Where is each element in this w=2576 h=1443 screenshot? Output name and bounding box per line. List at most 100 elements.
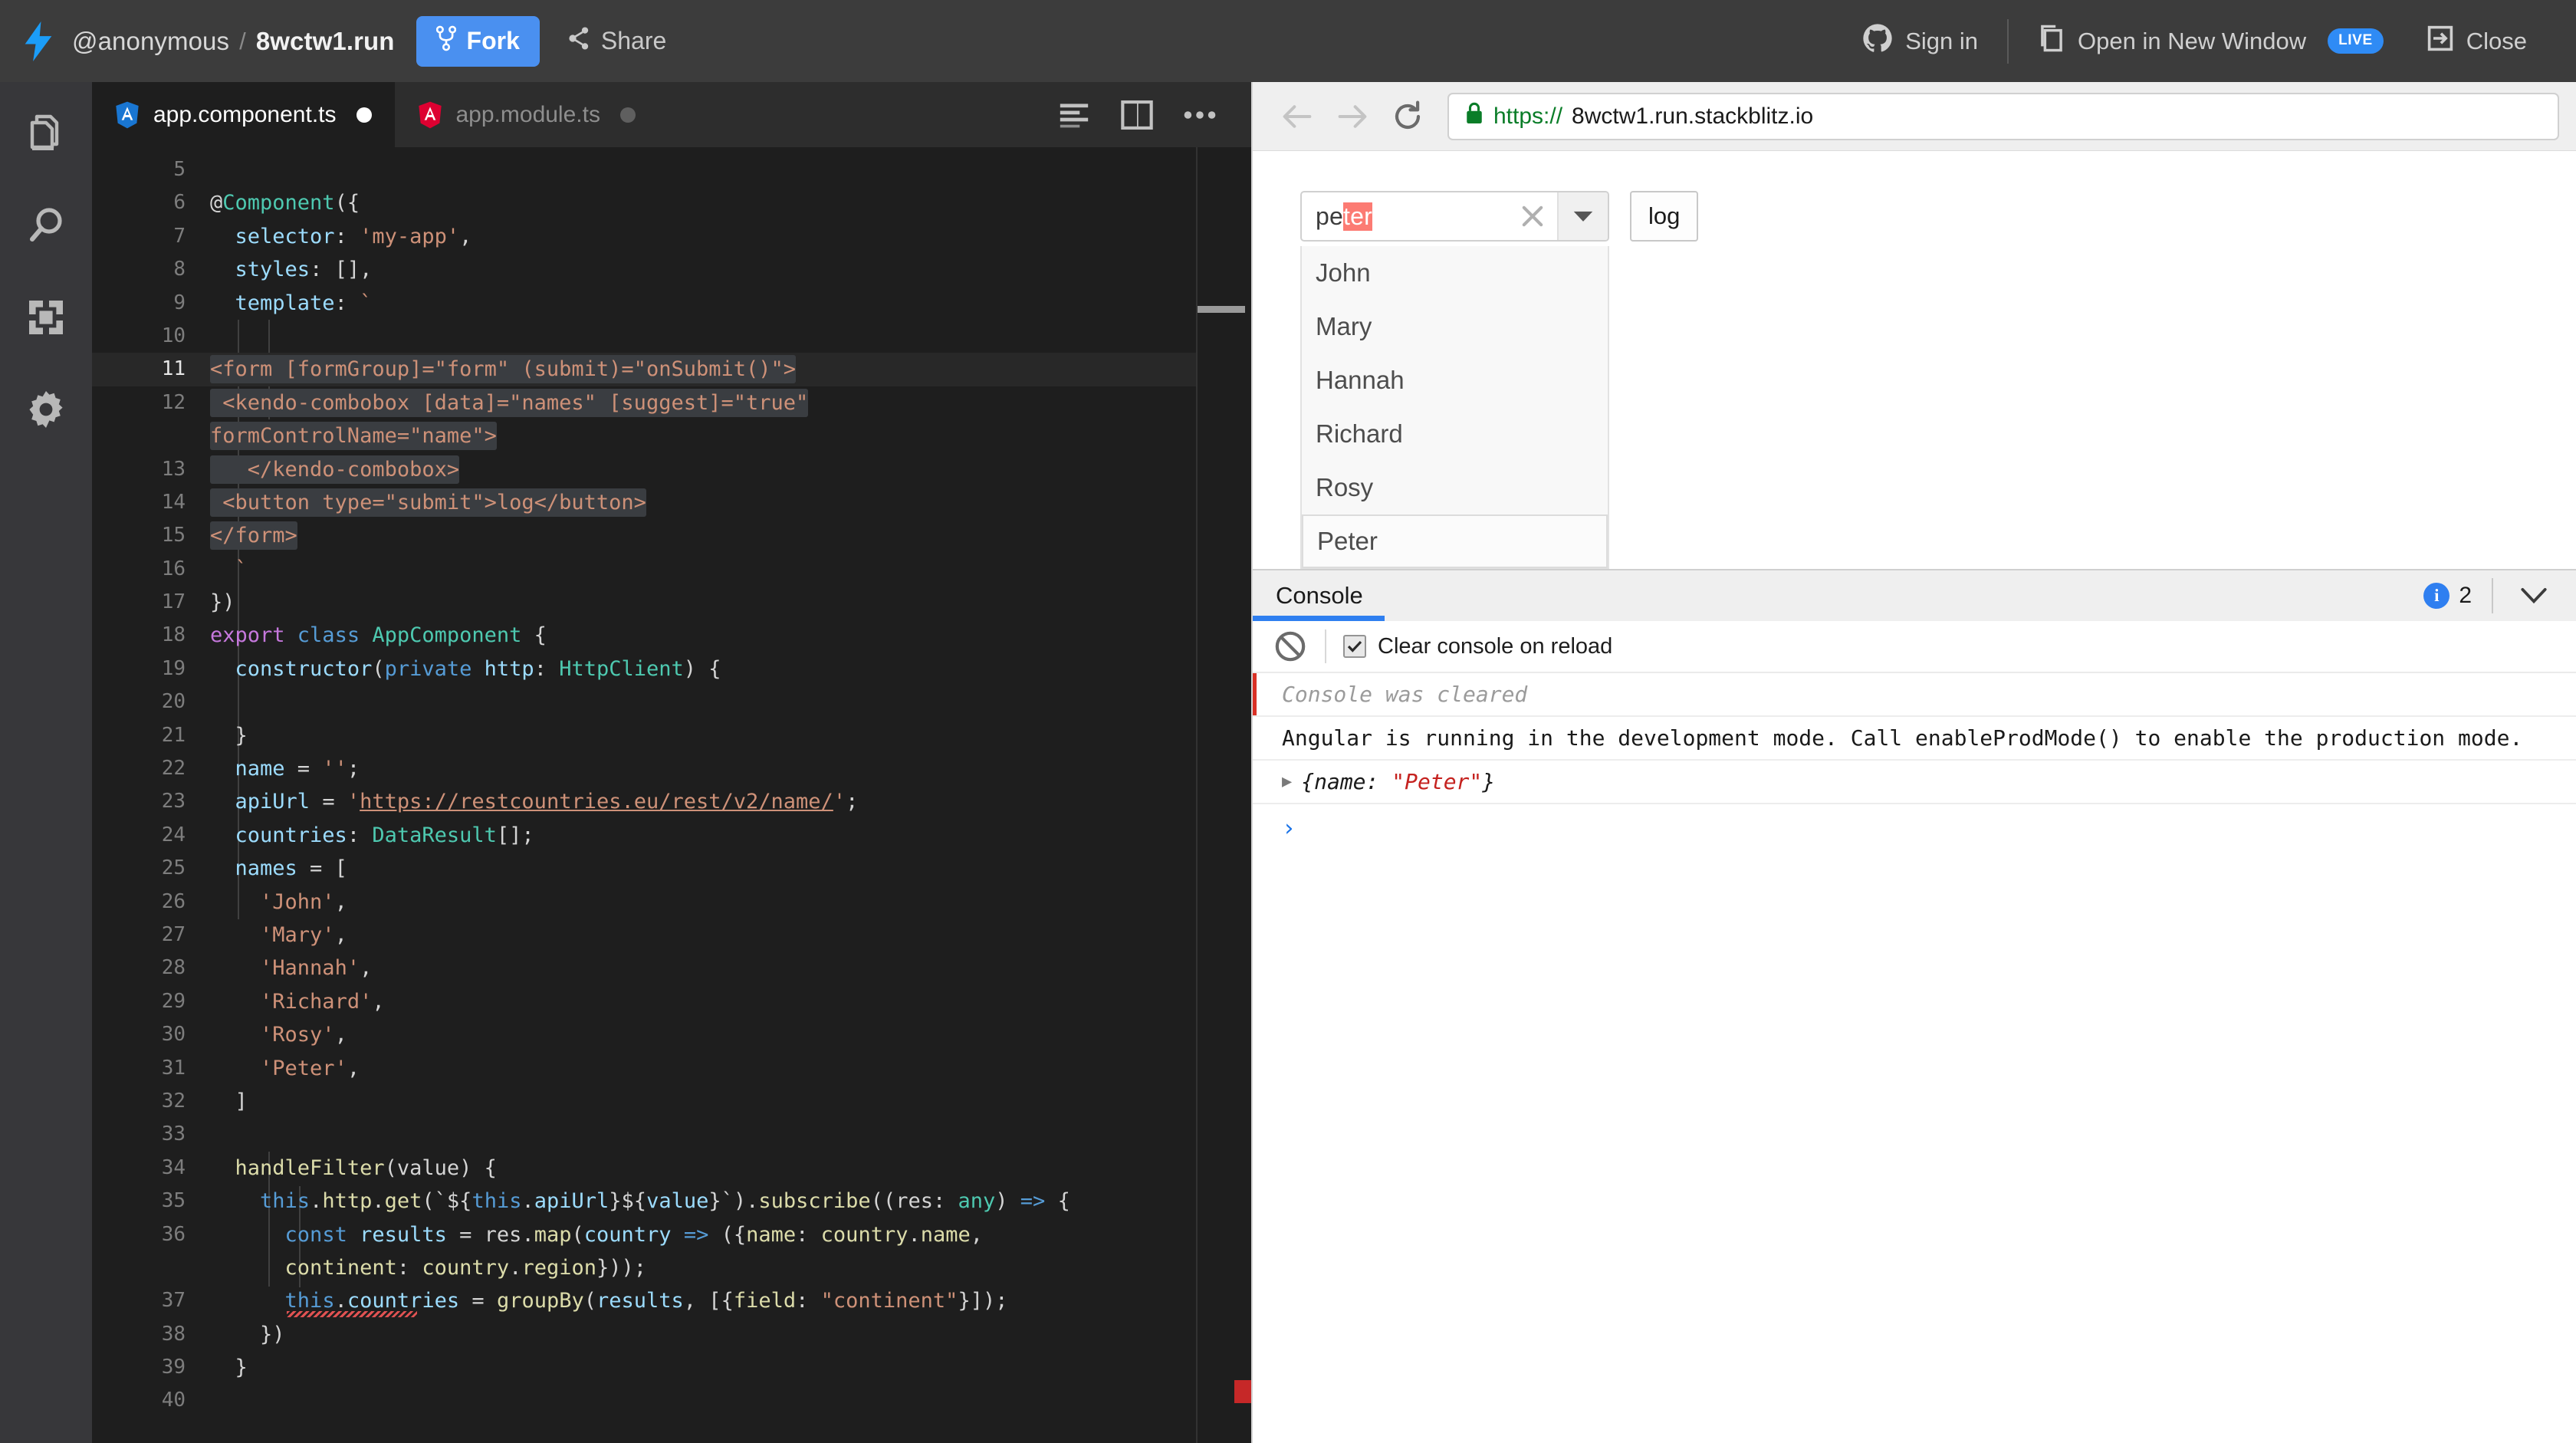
- code-line[interactable]: continent: country.region}));: [209, 1251, 1251, 1284]
- code-token: ,: [970, 1222, 984, 1247]
- dropdown-item[interactable]: Richard: [1302, 407, 1608, 461]
- code-line[interactable]: 'John',: [209, 886, 1251, 919]
- code-token: http: [322, 1189, 373, 1214]
- code-line[interactable]: <form [formGroup]="form" (submit)="onSub…: [209, 353, 1251, 386]
- sign-in-button[interactable]: Sign in: [1841, 17, 1999, 66]
- chevron-down-icon[interactable]: [1557, 192, 1608, 240]
- format-lines-icon[interactable]: [1043, 82, 1106, 147]
- name-combobox[interactable]: pe ter: [1300, 191, 1609, 242]
- activity-bar: [0, 82, 92, 1443]
- code-line[interactable]: handleFilter(value) {: [209, 1152, 1251, 1185]
- code-line[interactable]: ]: [209, 1085, 1251, 1118]
- code-editor[interactable]: 5 6 7 8 9 10 11 12 13 14 15 16 17 18 19 20 21 22 23 24 25 26 2…: [92, 147, 1251, 1443]
- gear-icon[interactable]: [22, 386, 70, 433]
- console-input-prompt[interactable]: ›: [1253, 804, 2576, 853]
- code-token: 'Mary': [260, 922, 335, 947]
- code-line[interactable]: [209, 153, 1251, 186]
- dropdown-item[interactable]: Rosy: [1302, 461, 1608, 514]
- code-line[interactable]: template: `: [209, 287, 1251, 320]
- code-token: 'Peter': [260, 1056, 347, 1080]
- code-line[interactable]: <kendo-combobox [data]="names" [suggest]…: [209, 386, 1251, 419]
- arrow-right-icon[interactable]: [1325, 89, 1380, 144]
- code-line[interactable]: 'Mary',: [209, 919, 1251, 952]
- code-token: constructor: [235, 656, 373, 681]
- combobox-input[interactable]: pe ter: [1302, 192, 1508, 240]
- code-line[interactable]: [209, 685, 1251, 718]
- code-line[interactable]: </form>: [209, 519, 1251, 552]
- dropdown-item[interactable]: John: [1302, 246, 1608, 300]
- code-line[interactable]: `: [209, 553, 1251, 586]
- tab-app-component-ts[interactable]: app.component.ts: [92, 82, 395, 147]
- code-line[interactable]: const results = res.map(country => ({nam…: [209, 1218, 1251, 1251]
- checkbox-box[interactable]: [1343, 635, 1366, 658]
- code-line[interactable]: }: [209, 1351, 1251, 1384]
- breadcrumb-user[interactable]: @anonymous: [72, 27, 229, 56]
- arrow-left-icon[interactable]: [1270, 89, 1325, 144]
- code-content[interactable]: @Component({ selector: 'my-app', styles:…: [209, 147, 1251, 1443]
- code-line[interactable]: this.countries = groupBy(results, [{fiel…: [209, 1284, 1251, 1317]
- log-button[interactable]: log: [1630, 191, 1699, 242]
- code-line[interactable]: this.http.get(`${this.apiUrl}${value}`).…: [209, 1185, 1251, 1218]
- code-line[interactable]: [209, 1118, 1251, 1151]
- line-number: 6: [173, 191, 186, 215]
- code-line[interactable]: 'Hannah',: [209, 952, 1251, 984]
- code-line[interactable]: @Component({: [209, 186, 1251, 219]
- code-line[interactable]: name = '';: [209, 752, 1251, 785]
- code-line[interactable]: selector: 'my-app',: [209, 220, 1251, 253]
- tab-app-module-ts[interactable]: app.module.ts: [395, 82, 659, 147]
- code-line[interactable]: 'Rosy',: [209, 1018, 1251, 1051]
- code-line[interactable]: names = [: [209, 852, 1251, 885]
- scrollbar-thumb[interactable]: [1198, 306, 1245, 313]
- more-options-icon[interactable]: [1168, 82, 1231, 147]
- breadcrumb-project[interactable]: 8wctw1.run: [256, 27, 395, 56]
- clear-console-on-reload-checkbox[interactable]: Clear console on reload: [1343, 634, 1612, 659]
- code-line[interactable]: formControlName="name">: [209, 419, 1251, 452]
- dropdown-item[interactable]: Peter: [1302, 514, 1608, 568]
- code-line[interactable]: countries: DataResult[];: [209, 819, 1251, 852]
- code-token: (: [583, 1289, 596, 1313]
- code-line[interactable]: [209, 1384, 1251, 1417]
- code-line[interactable]: constructor(private http: HttpClient) {: [209, 652, 1251, 685]
- code-token: ,: [334, 889, 347, 914]
- expand-triangle-icon[interactable]: ▶: [1282, 772, 1292, 791]
- close-icon[interactable]: [1508, 192, 1557, 240]
- chevron-down-icon[interactable]: [2513, 575, 2555, 616]
- fork-button[interactable]: Fork: [416, 15, 540, 67]
- dropdown-item[interactable]: Mary: [1302, 300, 1608, 353]
- line-number: 36: [161, 1222, 186, 1246]
- code-line[interactable]: [209, 320, 1251, 353]
- files-icon[interactable]: [22, 110, 70, 157]
- code-line[interactable]: export class AppComponent {: [209, 619, 1251, 652]
- share-button[interactable]: Share: [557, 16, 677, 67]
- code-line[interactable]: 'Richard',: [209, 985, 1251, 1018]
- split-editor-icon[interactable]: [1106, 82, 1168, 147]
- console-message: Angular is running in the development mo…: [1253, 717, 2576, 761]
- lightning-bolt-icon[interactable]: [18, 21, 58, 61]
- dropdown-item[interactable]: Hannah: [1302, 353, 1608, 407]
- url-bar[interactable]: https:// 8wctw1.run.stackblitz.io: [1447, 92, 2559, 140]
- code-token: res: [895, 1189, 933, 1214]
- search-icon[interactable]: [22, 202, 70, 249]
- code-line[interactable]: }: [209, 719, 1251, 752]
- code-line[interactable]: 'Peter',: [209, 1052, 1251, 1085]
- error-marker[interactable]: [1234, 1380, 1251, 1403]
- code-line[interactable]: apiUrl = 'https://restcountries.eu/rest/…: [209, 785, 1251, 818]
- reload-icon[interactable]: [1380, 89, 1435, 144]
- combobox-dropdown-list[interactable]: John Mary Hannah Richard Rosy Peter: [1300, 246, 1609, 569]
- editor-scrollbar-rail[interactable]: [1196, 147, 1251, 1443]
- app-preview-iframe[interactable]: pe ter log John Mary Hannah Richard Rosy Peter: [1253, 151, 2576, 569]
- code-token: }): [210, 1322, 285, 1346]
- open-in-new-window-button[interactable]: Open in New Window LIVE: [2016, 17, 2405, 66]
- code-line[interactable]: styles: [],: [209, 253, 1251, 286]
- console-output[interactable]: Console was cleared Angular is running in…: [1253, 673, 2576, 1443]
- ban-icon[interactable]: [1273, 629, 1308, 664]
- code-line[interactable]: }): [209, 586, 1251, 619]
- code-line[interactable]: }): [209, 1318, 1251, 1351]
- code-line[interactable]: </kendo-combobox>: [209, 453, 1251, 486]
- close-button[interactable]: Close: [2405, 17, 2548, 66]
- console-tab[interactable]: Console: [1276, 582, 1363, 610]
- dependencies-icon[interactable]: [22, 294, 70, 341]
- code-line[interactable]: <button type="submit">log</button>: [209, 486, 1251, 519]
